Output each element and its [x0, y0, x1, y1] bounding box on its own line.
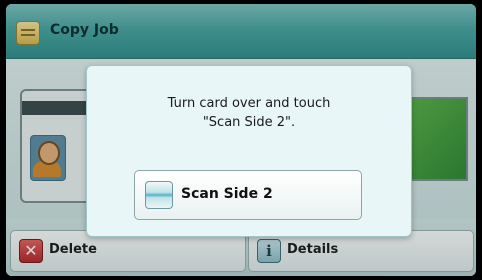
scan-icon — [145, 181, 173, 209]
dialog-message-line1: Turn card over and touch — [167, 96, 331, 111]
scan-side-2-label: Scan Side 2 — [181, 186, 273, 202]
dialog-message-line2: "Scan Side 2". — [202, 115, 296, 130]
dialog-message: Turn card over and touch "Scan Side 2". — [87, 94, 411, 132]
copy-job-screen: Copy Job ✕ Delete i Details Turn card ov… — [6, 4, 476, 276]
scan-side-2-button[interactable]: Scan Side 2 — [134, 170, 362, 220]
scan-side-2-dialog: Turn card over and touch "Scan Side 2". … — [86, 65, 412, 237]
